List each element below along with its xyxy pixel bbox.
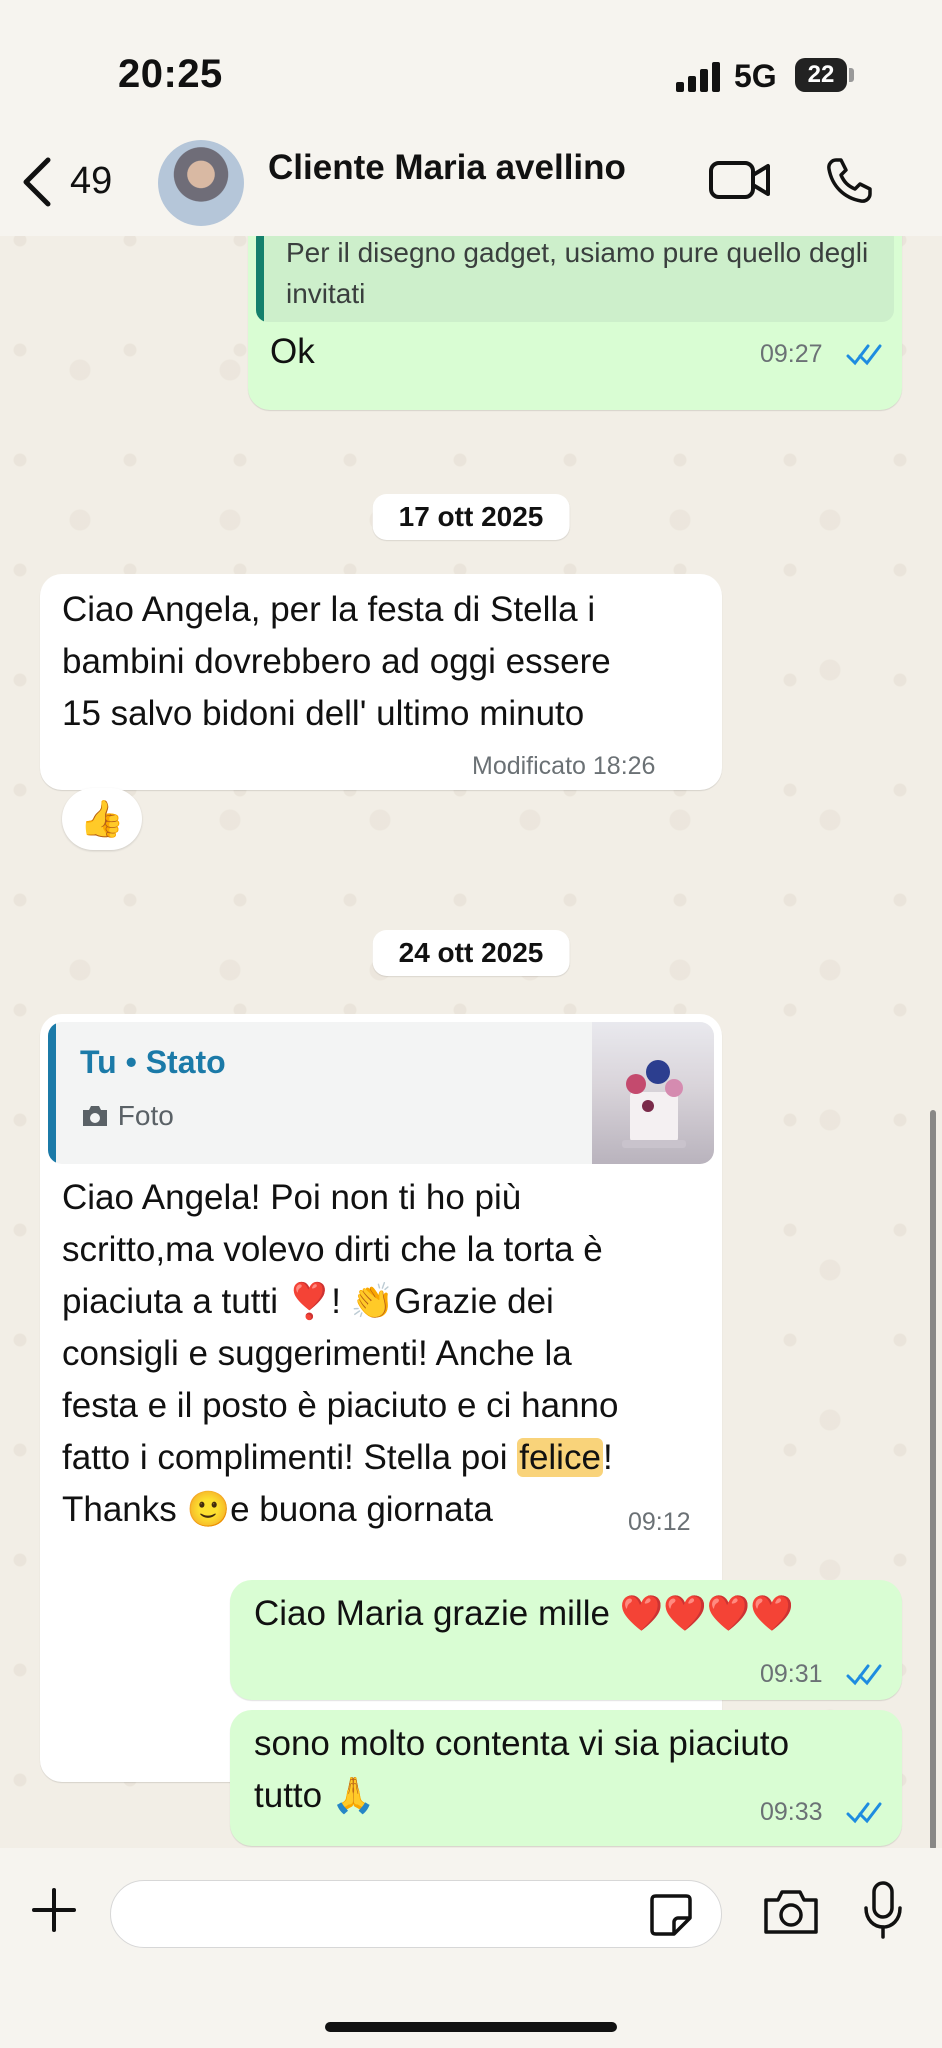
status-type-label: Foto <box>117 1100 174 1131</box>
read-ticks-icon <box>846 1802 882 1824</box>
chat-messages[interactable]: Per il disegno gadget, usiamo pure quell… <box>0 236 942 1848</box>
highlighted-word: felice <box>517 1438 603 1477</box>
message-input[interactable] <box>110 1880 722 1948</box>
message-text: Ok <box>270 332 315 371</box>
camera-small-icon <box>83 1106 107 1126</box>
camera-icon[interactable] <box>762 1886 820 1936</box>
message-text: Ciao Maria grazie mille ❤️❤️❤️❤️ <box>254 1594 794 1633</box>
message-line: Ciao Angela, per la festa di Stella i <box>62 590 596 629</box>
avatar[interactable] <box>158 140 244 226</box>
reaction-badge[interactable]: 👍 <box>62 788 142 850</box>
message-line: consigli e suggerimenti! Anche la <box>62 1334 572 1373</box>
message-line: Thanks 🙂e buona giornata <box>62 1490 493 1529</box>
message-line: tutto 🙏 <box>254 1776 376 1815</box>
contact-name[interactable]: Cliente Maria avellino <box>268 148 626 188</box>
message-fragment: ! <box>602 1438 613 1477</box>
quote-bar <box>256 236 264 322</box>
message-line: 15 salvo bidoni dell' ultimo minuto <box>62 694 585 733</box>
message-line: scritto,ma volevo dirti che la torta è <box>62 1230 603 1269</box>
composer-bar <box>0 1848 942 2048</box>
signal-icon <box>676 62 720 92</box>
status-reply-title: Tu • Stato <box>80 1044 226 1080</box>
message-time: 09:31 <box>760 1660 823 1688</box>
microphone-icon[interactable] <box>862 1880 904 1940</box>
battery-cap <box>849 68 854 82</box>
message-line: festa e il posto è piaciuto e ci hanno <box>62 1386 619 1425</box>
message-time: 09:33 <box>760 1798 823 1826</box>
video-call-icon[interactable] <box>708 158 772 202</box>
message-time: 09:12 <box>628 1508 691 1536</box>
date-separator: 17 ott 2025 <box>372 494 570 540</box>
network-label: 5G <box>734 58 777 94</box>
message-bubble-outgoing[interactable]: Per il disegno gadget, usiamo pure quell… <box>248 236 902 410</box>
message-bubble-incoming[interactable]: Ciao Angela, per la festa di Stella i ba… <box>40 574 722 790</box>
status-thumbnail[interactable] <box>592 1022 714 1164</box>
message-edited-time: Modificato 18:26 <box>472 752 656 780</box>
cake-photo <box>622 1060 686 1148</box>
battery-indicator: 22 <box>795 58 847 92</box>
sticker-icon[interactable] <box>648 1892 694 1938</box>
back-chevron-icon[interactable] <box>18 152 58 212</box>
message-fragment: fatto i complimenti! Stella poi <box>62 1438 518 1477</box>
status-time: 20:25 <box>118 52 223 96</box>
read-ticks-icon <box>846 344 882 366</box>
date-separator: 24 ott 2025 <box>372 930 570 976</box>
message-line: Ciao Angela! Poi non ti ho più <box>62 1178 522 1217</box>
read-ticks-icon <box>846 1664 882 1686</box>
message-bubble-outgoing[interactable]: sono molto contenta vi sia piaciuto tutt… <box>230 1710 902 1846</box>
scrollbar[interactable] <box>930 1110 936 1850</box>
message-line: sono molto contenta vi sia piaciuto <box>254 1724 790 1763</box>
phone-call-icon[interactable] <box>824 156 874 206</box>
status-reply-type: Foto <box>80 1100 174 1132</box>
home-indicator <box>325 2022 617 2032</box>
message-line: fatto i complimenti! Stella poi felice! <box>62 1432 613 1484</box>
quoted-message[interactable]: Per il disegno gadget, usiamo pure quell… <box>256 236 894 322</box>
quoted-text: Per il disegno gadget, usiamo pure quell… <box>286 237 869 309</box>
message-line: piaciuta a tutti ❣️! 👏Grazie dei <box>62 1282 554 1321</box>
status-reply-quote[interactable]: Tu • Stato Foto <box>48 1022 714 1164</box>
message-line: bambini dovrebbero ad oggi essere <box>62 642 611 681</box>
plus-icon[interactable] <box>30 1886 78 1934</box>
message-time: 09:27 <box>760 340 823 368</box>
message-bubble-outgoing[interactable]: Ciao Maria grazie mille ❤️❤️❤️❤️ 09:31 <box>230 1580 902 1700</box>
unread-count[interactable]: 49 <box>70 160 112 203</box>
quote-bar <box>48 1022 56 1164</box>
